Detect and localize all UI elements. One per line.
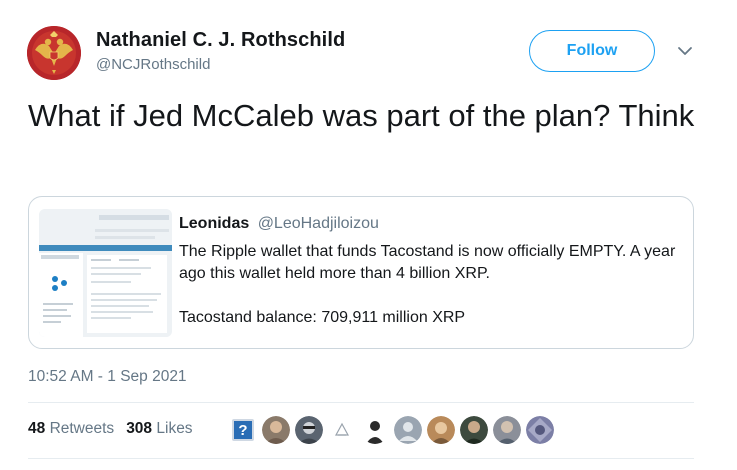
- person-avatar[interactable]: [295, 416, 323, 444]
- help-question-avatar[interactable]: ?: [232, 419, 254, 441]
- tweet-card: Nathaniel C. J. Rothschild @NCJRothschil…: [0, 0, 737, 470]
- quoted-author-name: Leonidas: [179, 215, 250, 232]
- tweet-timestamp[interactable]: 10:52 AM - 1 Sep 2021: [28, 368, 187, 386]
- author-avatar[interactable]: [27, 26, 81, 80]
- divider: [28, 458, 694, 459]
- retweets-label: Retweets: [49, 420, 115, 437]
- quoted-paragraph: The Ripple wallet that funds Tacostand i…: [179, 243, 676, 282]
- likes-count: 308: [126, 420, 153, 437]
- retweets-stat[interactable]: 48 Retweets: [28, 420, 114, 438]
- double-headed-eagle-crest-icon: [27, 26, 81, 80]
- follow-button[interactable]: Follow: [529, 30, 655, 72]
- quoted-text: The Ripple wallet that funds Tacostand i…: [179, 241, 679, 329]
- person-avatar[interactable]: [361, 416, 389, 444]
- engagement-stats: 48 Retweets 308 Likes: [28, 420, 193, 438]
- quoted-author[interactable]: Leonidas @LeoHadjiloizou: [179, 215, 379, 233]
- author-name[interactable]: Nathaniel C. J. Rothschild: [96, 29, 345, 52]
- quoted-paragraph: Tacostand balance: 709,911 million XRP: [179, 309, 466, 326]
- default-person-avatar[interactable]: [394, 416, 422, 444]
- person-avatar[interactable]: [460, 416, 488, 444]
- person-avatar[interactable]: [262, 416, 290, 444]
- person-avatar[interactable]: [427, 416, 455, 444]
- tweet-text: What if Jed McCaleb was part of the plan…: [28, 98, 695, 133]
- liker-avatars: ?: [232, 416, 554, 444]
- ripple-wallet-screenshot-thumbnail[interactable]: [39, 209, 172, 337]
- quoted-tweet[interactable]: Leonidas @LeoHadjiloizou The Ripple wall…: [28, 196, 694, 349]
- mosaic-avatar[interactable]: [526, 416, 554, 444]
- quoted-author-handle: @LeoHadjiloizou: [257, 215, 379, 232]
- likes-stat[interactable]: 308 Likes: [126, 420, 192, 438]
- divider: [28, 402, 694, 403]
- outline-logo-avatar[interactable]: [328, 416, 356, 444]
- author-handle[interactable]: @NCJRothschild: [96, 56, 210, 73]
- person-avatar[interactable]: [493, 416, 521, 444]
- retweets-count: 48: [28, 420, 46, 437]
- chevron-down-icon[interactable]: [676, 44, 694, 58]
- likes-label: Likes: [156, 420, 193, 437]
